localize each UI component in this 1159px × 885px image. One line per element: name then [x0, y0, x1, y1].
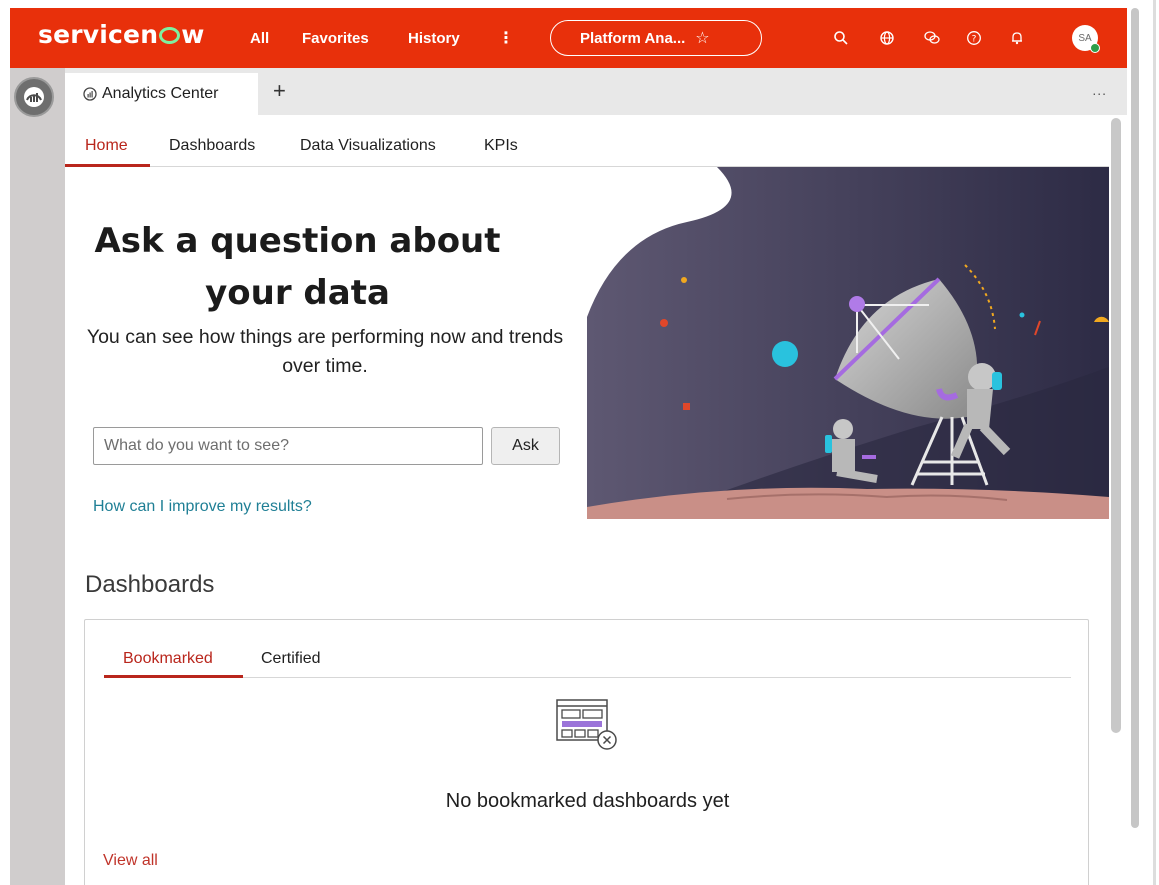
analytics-tab-icon — [83, 87, 97, 101]
subnav-active-indicator — [65, 164, 150, 167]
window-divider — [1153, 0, 1156, 885]
bell-icon[interactable] — [1005, 26, 1029, 50]
nav-favorites[interactable]: Favorites — [302, 30, 369, 47]
logo-o-mark — [159, 27, 181, 44]
globe-icon[interactable] — [875, 26, 899, 50]
search-icon[interactable] — [829, 26, 853, 50]
view-all-link[interactable]: View all — [103, 852, 158, 870]
user-avatar[interactable]: SA — [1072, 25, 1100, 53]
tab-analytics-center-label: Analytics Center — [102, 85, 219, 102]
empty-state-text: No bookmarked dashboards yet — [445, 790, 730, 812]
logo-text-end: w — [181, 20, 205, 49]
subnav-home[interactable]: Home — [85, 137, 128, 155]
outer-scrollbar[interactable] — [1131, 8, 1139, 828]
cropped-page-heading — [0, 0, 1159, 8]
analytics-center-app-icon[interactable] — [14, 77, 54, 117]
app-header: servicen w All Favorites History ⋮ Platfo… — [10, 8, 1127, 68]
context-pill[interactable]: Platform Ana... ☆ — [550, 20, 762, 56]
hero-title: Ask a question about your data — [94, 221, 501, 313]
window-edge — [1127, 0, 1159, 885]
chat-icon[interactable] — [920, 26, 944, 50]
help-icon[interactable]: ? — [962, 26, 986, 50]
ask-button[interactable]: Ask — [491, 427, 560, 465]
improve-results-link[interactable]: How can I improve my results? — [93, 498, 312, 516]
analytics-center-page: Home Dashboards Data Visualizations KPIs… — [65, 115, 1127, 885]
dashboards-section-title: Dashboards — [85, 571, 215, 598]
subnav-dashboards[interactable]: Dashboards — [169, 137, 255, 155]
status-online-dot — [1090, 43, 1100, 53]
kebab-vertical-icon[interactable]: ⋮ — [498, 28, 514, 48]
tab-analytics-center[interactable]: Analytics Center — [65, 73, 258, 115]
page-scrollbar[interactable] — [1111, 118, 1121, 733]
question-input[interactable] — [93, 427, 483, 465]
more-options-icon[interactable]: ... — [1092, 82, 1107, 98]
empty-dashboard-icon — [556, 699, 617, 750]
star-icon[interactable]: ☆ — [695, 28, 709, 48]
context-pill-label: Platform Ana... — [580, 29, 686, 47]
page-subnav: Home Dashboards Data Visualizations KPIs — [65, 115, 1109, 167]
subnav-kpis[interactable]: KPIs — [484, 137, 518, 155]
dashboards-tabs: Bookmarked Certified — [104, 620, 1071, 678]
avatar-initials: SA — [1078, 32, 1092, 44]
dashboards-card: Bookmarked Certified No bookmarked dashb… — [84, 619, 1089, 885]
servicenow-logo[interactable]: servicen w — [38, 20, 205, 49]
left-rail — [10, 68, 65, 885]
hero-illustration — [587, 167, 1109, 519]
nav-history[interactable]: History — [408, 30, 460, 47]
nav-all[interactable]: All — [250, 30, 269, 47]
tab-certified[interactable]: Certified — [261, 650, 321, 668]
svg-text:?: ? — [972, 35, 977, 45]
subnav-data-visualizations[interactable]: Data Visualizations — [300, 137, 436, 155]
logo-text: servicen — [38, 20, 159, 49]
workspace-tabstrip: Analytics Center + ... — [65, 68, 1127, 115]
dashboards-tab-indicator — [104, 675, 243, 678]
tab-bookmarked[interactable]: Bookmarked — [123, 650, 213, 668]
add-tab-button[interactable]: + — [273, 78, 286, 104]
hero-subtitle: You can see how things are performing no… — [86, 326, 564, 377]
